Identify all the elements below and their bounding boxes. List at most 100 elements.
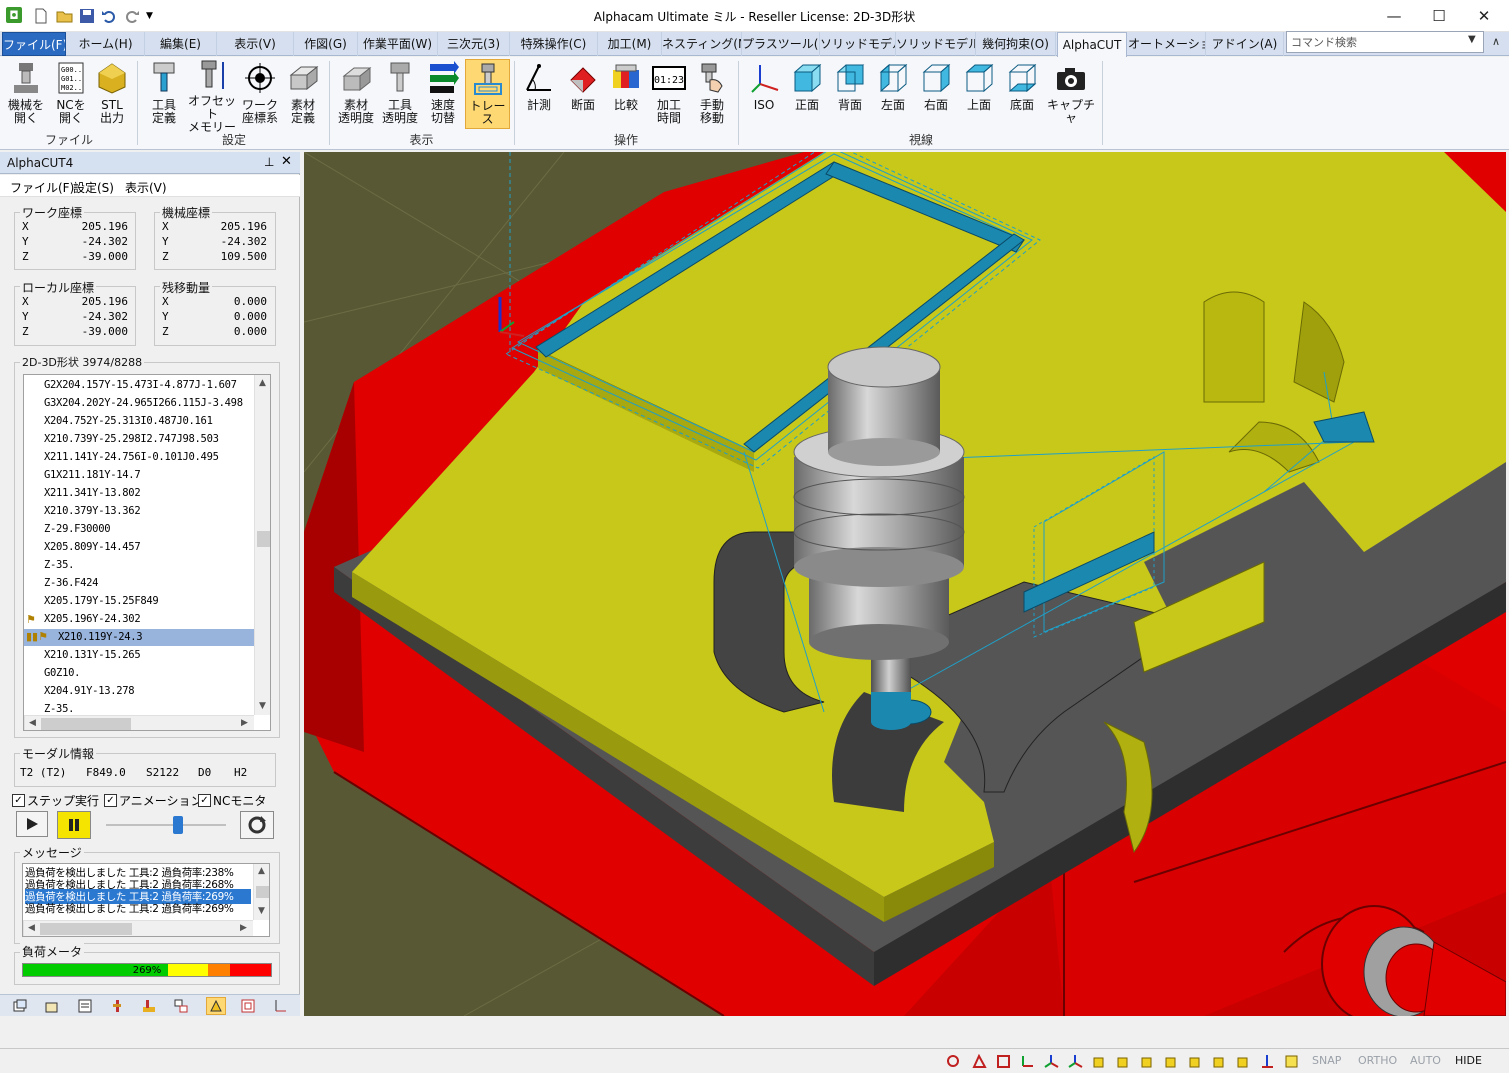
view-front-button[interactable]: 正面 (787, 59, 827, 133)
list-item[interactable]: X205.809Y-14.457 (44, 541, 141, 553)
scroll-thumb[interactable] (41, 718, 131, 730)
snap-mode-icon[interactable] (946, 1054, 961, 1069)
panel-tab-list-icon[interactable] (77, 998, 93, 1014)
speed-slider-thumb[interactable] (173, 816, 183, 834)
manual-move-button[interactable]: 手動 移動 (692, 59, 732, 133)
play-button[interactable] (16, 811, 48, 837)
list-item[interactable]: X210.739Y-25.298I2.747J98.503 (44, 433, 219, 445)
view-cube-back-icon[interactable] (1188, 1054, 1203, 1069)
list-item[interactable]: X210.131Y-15.265 (44, 649, 141, 661)
work-plane-icon[interactable] (1260, 1054, 1275, 1069)
ucs-axes-icon[interactable] (1020, 1054, 1035, 1069)
maximize-button[interactable]: ☐ (1416, 0, 1462, 31)
view-cube-right-icon[interactable] (1140, 1054, 1155, 1069)
panel-menu-settings[interactable]: 設定(S) (73, 179, 114, 196)
panel-tab-layers-icon[interactable] (44, 998, 60, 1014)
panel-menu-file[interactable]: ファイル(F) (10, 179, 74, 196)
list-item-selected[interactable]: X210.119Y-24.3 (58, 631, 143, 643)
section-button[interactable]: 断面 (562, 59, 604, 133)
view-top-button[interactable]: 上面 (959, 59, 999, 133)
tab-draw[interactable]: 作図(G) (294, 32, 358, 56)
message-item[interactable]: 過負荷を検出しました 工具:2 過負荷率:269% (25, 901, 234, 916)
snap-grid-icon[interactable] (996, 1054, 1011, 1069)
scroll-thumb[interactable] (257, 531, 270, 547)
tab-solid-model-2[interactable]: ソリッドモデル (896, 32, 976, 56)
list-item[interactable]: G2X204.157Y-15.473I-4.877J-1.607 (44, 379, 237, 391)
list-item[interactable]: Z-36.F424 (44, 577, 99, 589)
hide-toggle[interactable]: HIDE (1455, 1054, 1482, 1067)
tool-define-button[interactable]: 工具 定義 (143, 59, 185, 133)
view-back-button[interactable]: 背面 (830, 59, 870, 133)
list-item[interactable]: X210.379Y-13.362 (44, 505, 141, 517)
tab-solid-model-1[interactable]: ソリッドモデル (820, 32, 896, 56)
view-bottom-button[interactable]: 底面 (1002, 59, 1042, 133)
pause-button[interactable] (57, 811, 91, 839)
tab-automation[interactable]: オートメーション (1128, 32, 1206, 56)
scroll-up-icon[interactable]: ▲ (259, 378, 266, 388)
measure-button[interactable]: 計測 (519, 59, 559, 133)
panel-tab-tools-icon[interactable] (109, 998, 125, 1014)
list-item[interactable]: G0Z10. (44, 667, 80, 679)
tab-home[interactable]: ホーム(H) (67, 32, 145, 56)
scroll-up-icon[interactable]: ▲ (258, 866, 265, 876)
step-run-checkbox[interactable]: ✓ ステップ実行 (12, 792, 99, 809)
tab-addins[interactable]: アドイン(A) (1206, 32, 1284, 56)
offset-memory-button[interactable]: オフセット メモリー (187, 59, 237, 134)
view-cube-bottom-icon[interactable] (1212, 1054, 1227, 1069)
panel-tab-alphacut-icon[interactable] (206, 997, 226, 1015)
stock-transparency-button[interactable]: 素材 透明度 (334, 59, 378, 133)
list-item[interactable]: X211.141Y-24.756I-0.101J0.495 (44, 451, 219, 463)
scroll-thumb[interactable] (40, 923, 132, 935)
scroll-thumb[interactable] (256, 886, 269, 898)
list-item[interactable]: X211.341Y-13.802 (44, 487, 141, 499)
stl-export-button[interactable]: STL 出力 (92, 59, 132, 133)
panel-tab-nc-icon[interactable] (240, 998, 256, 1014)
scroll-down-icon[interactable]: ▼ (258, 906, 265, 916)
list-item[interactable]: X205.196Y-24.302 (44, 613, 141, 625)
capture-button[interactable]: キャプチャ (1045, 59, 1097, 133)
open-nc-button[interactable]: G00.. G01.. M02.. NCを 開く (51, 59, 91, 133)
nc-program-list[interactable]: G2X204.157Y-15.473I-4.877J-1.607 G3X204.… (23, 374, 271, 731)
tab-3d[interactable]: 三次元(3) (438, 32, 510, 56)
scroll-right-icon[interactable]: ▶ (240, 923, 247, 933)
tab-special-ops[interactable]: 特殊操作(C) (510, 32, 598, 56)
animation-checkbox[interactable]: ✓ アニメーション (104, 792, 203, 809)
tab-plus-tools[interactable]: プラスツール(P) (742, 32, 820, 56)
view-cube-top-icon[interactable] (1116, 1054, 1131, 1069)
tab-view[interactable]: 表示(V) (217, 32, 294, 56)
reset-button[interactable] (240, 811, 274, 839)
auto-toggle[interactable]: AUTO (1410, 1054, 1441, 1067)
ucs-3d-icon[interactable] (1044, 1054, 1059, 1069)
panel-tab-windows-icon[interactable] (12, 998, 28, 1014)
close-button[interactable]: ✕ (1461, 0, 1507, 31)
list-item[interactable]: X204.91Y-13.278 (44, 685, 135, 697)
tab-file[interactable]: ファイル(F) (2, 32, 66, 56)
scroll-right-icon[interactable]: ▶ (241, 718, 248, 728)
scroll-left-icon[interactable]: ◀ (28, 923, 35, 933)
tab-machining[interactable]: 加工(M) (598, 32, 662, 56)
list-item[interactable]: Z-35. (44, 559, 74, 571)
tab-work-plane[interactable]: 作業平面(W) (358, 32, 438, 56)
tab-alphacut[interactable]: AlphaCUT (1057, 32, 1127, 57)
close-icon[interactable]: ✕ (281, 154, 292, 169)
view-cube-front-icon[interactable] (1092, 1054, 1107, 1069)
stock-define-button[interactable]: 素材 定義 (283, 59, 323, 133)
scroll-down-icon[interactable]: ▼ (259, 701, 266, 711)
view-right-button[interactable]: 右面 (916, 59, 956, 133)
work-coordinate-button[interactable]: ワーク 座標系 (238, 59, 282, 133)
list-item[interactable]: Z-35. (44, 703, 74, 715)
command-search-input[interactable]: コマンド検索 (1286, 31, 1484, 53)
open-machine-button[interactable]: 機械を 開く (4, 59, 48, 133)
ortho-toggle[interactable]: ORTHO (1358, 1054, 1397, 1067)
snap-end-icon[interactable] (972, 1054, 987, 1069)
vertical-scrollbar[interactable]: ▲ ▼ (253, 864, 269, 920)
chevron-down-icon[interactable]: ▼ (1468, 34, 1476, 45)
scroll-left-icon[interactable]: ◀ (29, 718, 36, 728)
panel-menu-view[interactable]: 表示(V) (125, 179, 167, 196)
horizontal-scrollbar[interactable]: ◀ ▶ (24, 715, 254, 730)
panel-tab-ops-icon[interactable] (141, 998, 157, 1014)
view-left-button[interactable]: 左面 (873, 59, 913, 133)
messages-list[interactable]: 過負荷を検出しました 工具:2 過負荷率:238% 過負荷を検出しました 工具:… (22, 863, 270, 937)
list-item[interactable]: G3X204.202Y-24.965I266.115J-3.498 (44, 397, 243, 409)
machining-time-button[interactable]: 01:23 加工 時間 (648, 59, 690, 133)
